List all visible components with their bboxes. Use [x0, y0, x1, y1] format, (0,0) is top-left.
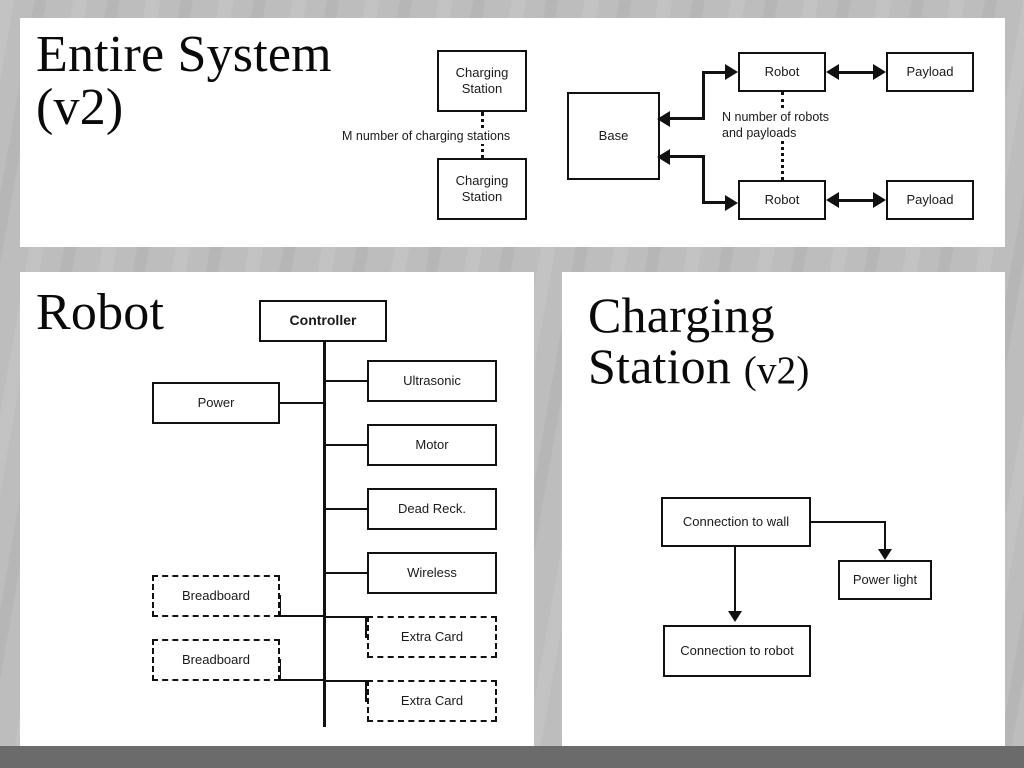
box-motor: Motor	[367, 424, 497, 466]
robot-vertical-bus	[323, 342, 326, 727]
arrowhead-into-robot-bottom	[725, 195, 738, 211]
arrowhead-robot-top-left	[826, 64, 839, 80]
page-title-robot: Robot	[36, 284, 165, 341]
box-power: Power	[152, 382, 280, 424]
title-suffix: (v2)	[743, 349, 810, 392]
connector-base-robot-top-seg-v	[702, 71, 705, 119]
arrowhead-payload-top-right	[873, 64, 886, 80]
box-connection-to-wall: Connection to wall	[661, 497, 811, 547]
connector-base-robot-bottom-seg-v	[702, 155, 705, 203]
box-dead-reckoning: Dead Reck.	[367, 488, 497, 530]
box-wireless: Wireless	[367, 552, 497, 594]
arrowhead-payload-bottom-right	[873, 192, 886, 208]
connector-extra-card-2-h	[323, 680, 367, 682]
panel-entire-system: Entire System (v2) Charging Station M nu…	[20, 18, 1005, 247]
box-breadboard-2: Breadboard	[152, 639, 280, 681]
connector-wall-to-robot-v	[734, 545, 736, 613]
connector-bus-to-dead-reckoning	[323, 508, 369, 510]
box-charging-station-bottom: Charging Station	[437, 158, 527, 220]
arrowhead-into-base-bottom	[657, 149, 670, 165]
box-base: Base	[567, 92, 660, 180]
title-line-1: Entire System	[36, 26, 332, 83]
page-title-entire-system: Entire System (v2)	[36, 28, 456, 134]
arrowhead-robot-bottom-left	[826, 192, 839, 208]
box-breadboard-1: Breadboard	[152, 575, 280, 617]
box-connection-to-robot: Connection to robot	[663, 625, 811, 677]
box-controller: Controller	[259, 300, 387, 342]
arrowhead-into-base-top	[657, 111, 670, 127]
box-extra-card-1: Extra Card	[367, 616, 497, 658]
box-robot-bottom: Robot	[738, 180, 826, 220]
title-line-2: Station	[588, 338, 732, 394]
box-ultrasonic: Ultrasonic	[367, 360, 497, 402]
box-payload-bottom: Payload	[886, 180, 974, 220]
box-charging-station-top: Charging Station	[437, 50, 527, 112]
title-line-1: Charging	[588, 287, 775, 343]
box-power-light: Power light	[838, 560, 932, 600]
arrowhead-into-connection-to-robot	[728, 611, 742, 622]
slide-bottom-band	[0, 746, 1024, 768]
box-extra-card-2: Extra Card	[367, 680, 497, 722]
panel-robot: Robot Controller Power Ultrasonic Motor …	[20, 272, 534, 750]
page-title-charging-station: Charging Station (v2)	[588, 290, 958, 392]
note-robot-count: N number of robots and payloads	[722, 109, 887, 141]
connector-wall-to-powerlight-v	[884, 521, 886, 551]
connector-bus-to-motor	[323, 444, 369, 446]
box-robot-top: Robot	[738, 52, 826, 92]
connector-breadboard-1-h	[279, 615, 325, 617]
connector-bus-to-ultrasonic	[323, 380, 369, 382]
connector-wall-to-powerlight-h	[809, 521, 886, 523]
connector-extra-card-1-h	[323, 616, 367, 618]
panel-charging-station: Charging Station (v2) Connection to wall…	[562, 272, 1005, 750]
title-line-2: (v2)	[36, 79, 124, 137]
arrowhead-into-robot-top	[725, 64, 738, 80]
connector-breadboard-2-h	[279, 679, 325, 681]
note-charging-count: M number of charging stations	[342, 128, 532, 144]
connector-bus-to-wireless	[323, 572, 369, 574]
connector-power-to-bus	[278, 402, 325, 404]
box-payload-top: Payload	[886, 52, 974, 92]
arrowhead-into-power-light	[878, 549, 892, 560]
